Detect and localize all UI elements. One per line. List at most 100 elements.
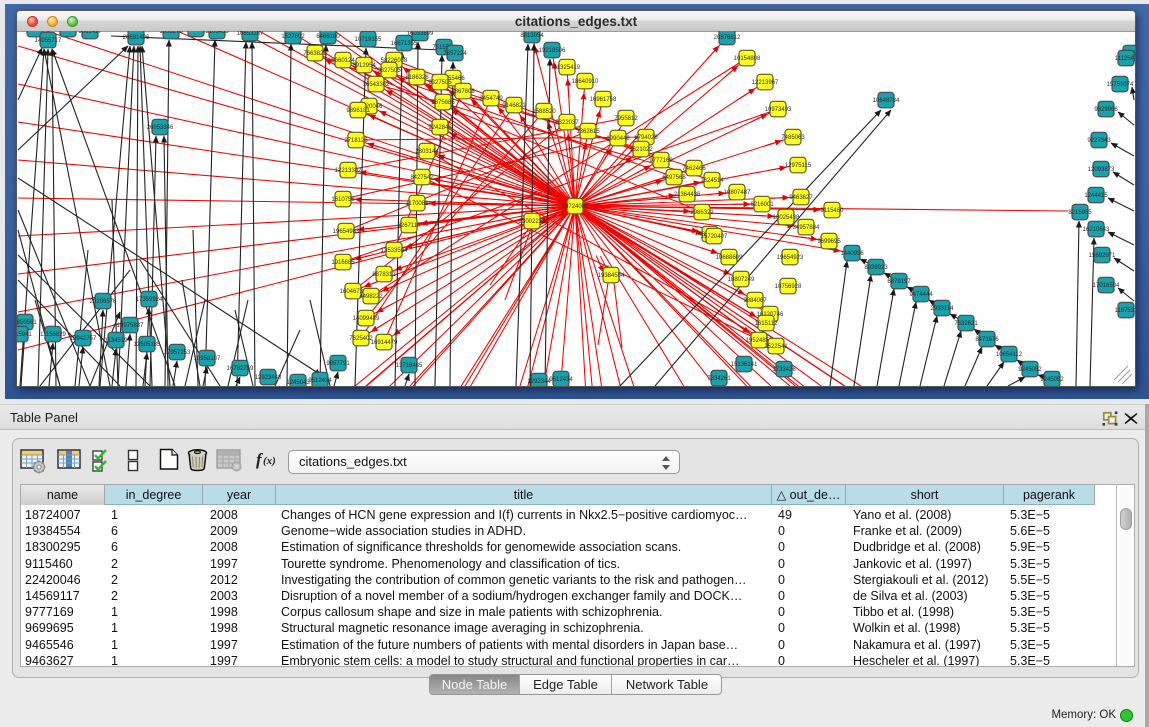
- svg-text:1527602: 1527602: [281, 34, 305, 40]
- svg-text:1362615: 1362615: [576, 129, 600, 135]
- svg-text:1167531: 1167531: [1115, 308, 1135, 314]
- svg-text:1733426: 1733426: [772, 367, 796, 373]
- svg-text:9146821: 9146821: [502, 103, 526, 109]
- svg-text:1112541: 1112541: [1115, 56, 1135, 62]
- svg-text:15751074: 15751074: [1107, 82, 1134, 88]
- svg-text:10648784: 10648784: [873, 98, 900, 104]
- svg-text:2867608: 2867608: [451, 89, 475, 95]
- svg-text:2718126: 2718126: [344, 138, 368, 144]
- svg-text:18640910: 18640910: [572, 79, 599, 85]
- svg-text:2933114: 2933114: [931, 306, 955, 312]
- svg-text:7485063: 7485063: [781, 135, 805, 141]
- svg-text:1610756: 1610756: [331, 197, 355, 203]
- svg-text:6794028: 6794028: [634, 135, 658, 141]
- svg-text:15692971: 15692971: [1089, 253, 1116, 259]
- svg-text:6216001: 6216001: [750, 202, 774, 208]
- svg-text:10653287: 10653287: [237, 31, 264, 37]
- svg-text:8454749: 8454749: [479, 96, 503, 102]
- svg-text:16671355: 16671355: [391, 41, 418, 47]
- svg-text:9327505: 9327505: [428, 80, 452, 86]
- svg-text:23002213: 23002213: [519, 219, 546, 225]
- svg-text:9245052: 9245052: [1018, 367, 1042, 373]
- svg-text:1244415: 1244415: [1084, 193, 1108, 199]
- svg-text:1170081: 1170081: [406, 201, 430, 207]
- svg-text:1305571: 1305571: [56, 31, 80, 33]
- svg-text:10154808: 10154808: [734, 56, 761, 62]
- svg-text:13533594: 13533594: [381, 248, 408, 254]
- svg-text:8938923: 8938923: [864, 265, 888, 271]
- svg-text:(x): (x): [263, 455, 276, 467]
- svg-text:21364436: 21364436: [674, 192, 701, 198]
- svg-text:10807487: 10807487: [724, 190, 751, 196]
- svg-text:3915941: 3915941: [17, 332, 32, 338]
- svg-text:1292344: 1292344: [527, 379, 551, 385]
- svg-text:9699695: 9699695: [817, 239, 841, 245]
- svg-text:9463627: 9463627: [789, 195, 813, 201]
- svg-text:11156829: 11156829: [40, 332, 66, 338]
- svg-text:1916685: 1916685: [331, 260, 355, 266]
- svg-text:7955812: 7955812: [614, 116, 638, 122]
- svg-text:15136141: 15136141: [731, 362, 758, 368]
- svg-text:10688609: 10688609: [716, 255, 743, 261]
- svg-text:12505185: 12505185: [134, 342, 161, 348]
- svg-text:9896181: 9896181: [346, 108, 370, 114]
- svg-text:7334261: 7334261: [707, 376, 731, 382]
- svg-text:10025438: 10025438: [773, 215, 800, 221]
- svg-text:8471676: 8471676: [975, 337, 999, 343]
- svg-text:34957884: 34957884: [793, 225, 820, 231]
- svg-text:19654983: 19654983: [333, 229, 360, 235]
- svg-text:9884067: 9884067: [743, 298, 767, 304]
- svg-text:9862427: 9862427: [78, 31, 102, 35]
- svg-text:20691406: 20691406: [123, 35, 150, 41]
- svg-text:8813054: 8813054: [520, 33, 544, 39]
- svg-text:9115460: 9115460: [821, 208, 845, 214]
- svg-text:20876812: 20876812: [714, 35, 741, 41]
- svg-text:9245052: 9245052: [1040, 377, 1064, 383]
- svg-text:1853276: 1853276: [159, 31, 183, 35]
- svg-text:8427542: 8427542: [410, 175, 434, 181]
- svg-text:18807249: 18807249: [728, 277, 755, 283]
- svg-text:13716485: 13716485: [396, 363, 423, 369]
- svg-text:12213967: 12213967: [752, 80, 779, 86]
- svg-text:26053346: 26053346: [147, 125, 174, 131]
- svg-text:9827505: 9827505: [377, 68, 401, 74]
- svg-text:9329966: 9329966: [1094, 107, 1118, 113]
- svg-text:9850561: 9850561: [17, 320, 37, 326]
- svg-text:16782759: 16782759: [227, 366, 254, 372]
- svg-text:10958107: 10958107: [194, 356, 221, 362]
- svg-text:19654923: 19654923: [777, 255, 804, 261]
- svg-text:1624514: 1624514: [700, 178, 724, 184]
- svg-text:12975115: 12975115: [785, 163, 812, 169]
- svg-text:9857791: 9857791: [326, 361, 350, 367]
- svg-text:11325419: 11325419: [554, 65, 581, 71]
- svg-text:2986322: 2986322: [690, 210, 714, 216]
- svg-text:16961758: 16961758: [590, 97, 617, 103]
- svg-text:6879197: 6879197: [887, 279, 911, 285]
- svg-text:12093873: 12093873: [1088, 167, 1115, 173]
- svg-text:8878312: 8878312: [372, 272, 396, 278]
- svg-text:1615112: 1615112: [755, 321, 779, 327]
- svg-text:12923448: 12923448: [255, 375, 282, 381]
- svg-text:5875685: 5875685: [431, 100, 455, 106]
- svg-text:10973493: 10973493: [765, 107, 792, 113]
- svg-text:9242848: 9242848: [428, 125, 452, 131]
- svg-text:1245043: 1245043: [286, 380, 310, 386]
- svg-text:9474444: 9474444: [909, 292, 933, 298]
- svg-text:20206576: 20206576: [90, 299, 117, 305]
- svg-text:6466160: 6466160: [316, 34, 340, 40]
- svg-text:1990448: 1990448: [606, 136, 630, 142]
- svg-text:14099489: 14099489: [353, 316, 380, 322]
- svg-text:9777169: 9777169: [649, 158, 673, 164]
- svg-text:7632621: 7632621: [954, 321, 978, 327]
- svg-text:16543362: 16543362: [363, 82, 390, 88]
- svg-text:10756928: 10756928: [775, 284, 802, 290]
- svg-text:6497568: 6497568: [662, 175, 686, 181]
- svg-text:8322037: 8322037: [555, 120, 579, 126]
- svg-text:8215955: 8215955: [1068, 210, 1092, 216]
- svg-text:12213302: 12213302: [335, 168, 362, 174]
- svg-text:14055717: 14055717: [35, 38, 62, 44]
- svg-text:1134519: 1134519: [105, 338, 129, 344]
- svg-text:8186328: 8186328: [405, 75, 429, 81]
- svg-text:18724007: 18724007: [562, 204, 589, 210]
- svg-text:1440956: 1440956: [840, 251, 864, 257]
